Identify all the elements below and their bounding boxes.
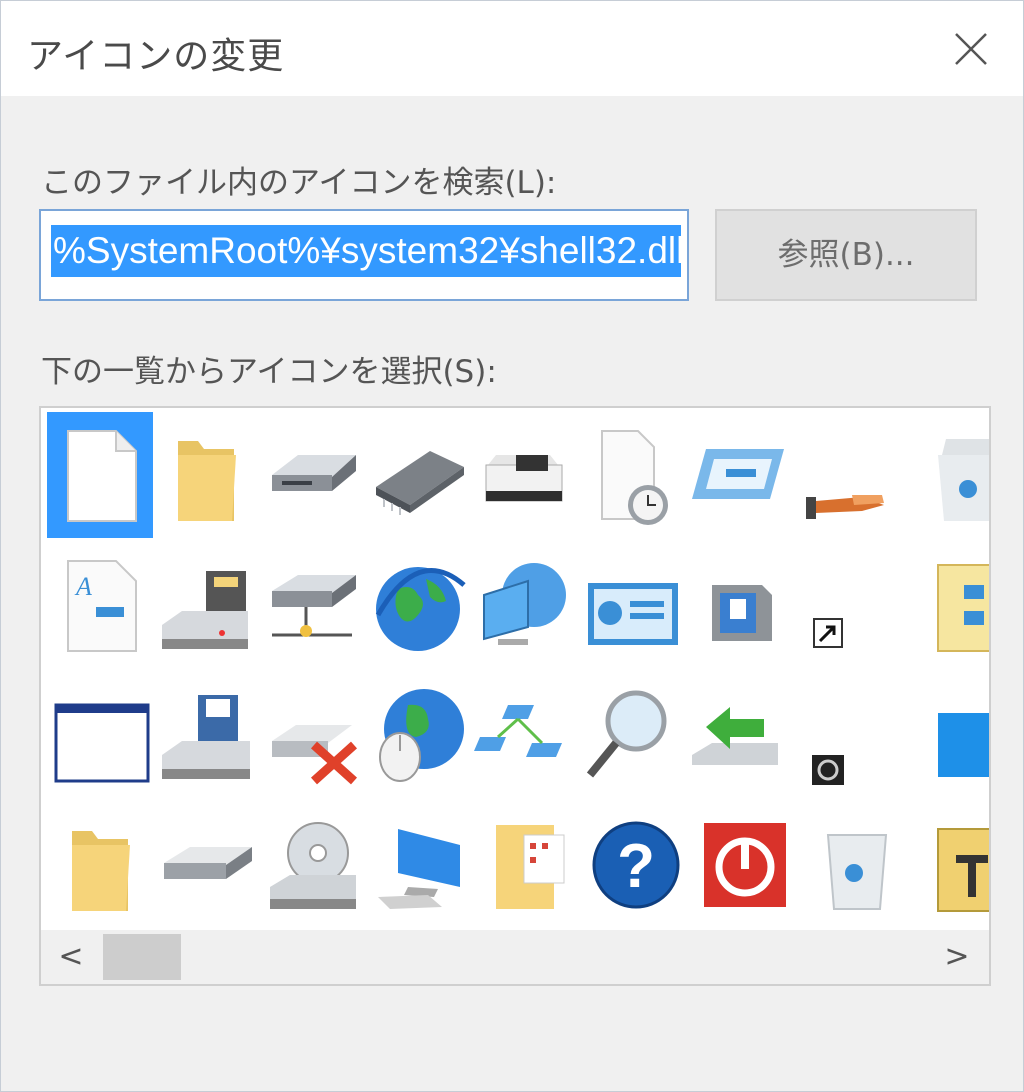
floppy-media-icon: [712, 585, 772, 641]
icon-cell[interactable]: [47, 412, 153, 538]
icon-select-label: 下の一覧からアイコンを選択(S):: [41, 354, 497, 390]
horizontal-scrollbar[interactable]: < >: [41, 930, 989, 984]
icon-cell[interactable]: [683, 542, 789, 668]
memory-chip-icon: [376, 451, 464, 515]
search-magnifier-icon: [586, 690, 667, 778]
drive-error-icon: [272, 725, 358, 785]
icon-list[interactable]: A ? < >: [39, 406, 991, 986]
folder-icon: [72, 831, 130, 911]
shortcut-arrow-icon: [813, 618, 843, 648]
globe-mouse-icon: [379, 689, 464, 782]
svg-text:?: ?: [617, 832, 655, 901]
icon-cell[interactable]: [789, 412, 895, 538]
icon-cell[interactable]: [789, 672, 895, 798]
folder-share-icon: [937, 564, 989, 652]
icon-cell[interactable]: [365, 672, 471, 798]
icon-cell[interactable]: [895, 802, 989, 928]
shutdown-icon: [704, 823, 786, 907]
icon-cell[interactable]: [259, 412, 365, 538]
log-off-arrow-icon: [692, 707, 778, 765]
globe-ie-icon: [375, 567, 466, 651]
icon-cell[interactable]: [895, 672, 989, 798]
icon-cell[interactable]: [577, 672, 683, 798]
icon-cell[interactable]: [259, 542, 365, 668]
folder-icon: [178, 441, 236, 521]
icon-cell[interactable]: [895, 412, 989, 538]
icon-cell[interactable]: [47, 672, 153, 798]
icon-cell[interactable]: A: [47, 542, 153, 668]
icon-cell[interactable]: [153, 542, 259, 668]
floppy-save-icon: [162, 695, 250, 779]
network-nodes-icon: [474, 705, 562, 757]
scroll-thumb[interactable]: [103, 934, 181, 980]
title-bar: アイコンの変更: [1, 1, 1023, 96]
close-button[interactable]: [931, 13, 1011, 83]
icon-cell[interactable]: [471, 412, 577, 538]
scheduled-file-icon: [601, 430, 668, 525]
folder-tools-icon: [937, 828, 989, 912]
icon-cell[interactable]: [471, 802, 577, 928]
recycle-bin-empty-icon: [826, 834, 888, 910]
cd-drive-icon: [270, 822, 356, 909]
icon-grid: A ?: [41, 408, 989, 928]
icon-cell[interactable]: [683, 412, 789, 538]
dialog-title: アイコンの変更: [27, 36, 285, 77]
icon-cell[interactable]: [577, 412, 683, 538]
hard-drive-icon: [272, 455, 356, 491]
icon-cell[interactable]: [471, 672, 577, 798]
smart-card-icon: [812, 755, 844, 785]
selected-path-text: %SystemRoot%¥system32¥shell32.dll: [51, 225, 681, 277]
icon-cell[interactable]: [471, 542, 577, 668]
icon-cell[interactable]: [47, 802, 153, 928]
icon-cell[interactable]: [153, 412, 259, 538]
icon-cell[interactable]: [153, 802, 259, 928]
icon-cell[interactable]: [683, 802, 789, 928]
icon-file-path-input[interactable]: %SystemRoot%¥system32¥shell32.dll: [39, 209, 689, 301]
scroll-right-button[interactable]: >: [929, 930, 985, 984]
help-icon: ?: [592, 821, 680, 909]
hand-drive-icon: [806, 495, 884, 519]
icon-cell[interactable]: [365, 412, 471, 538]
icon-cell[interactable]: [153, 672, 259, 798]
printer-icon: [485, 455, 563, 502]
floppy-drive-icon: [162, 571, 248, 649]
removable-drive-icon: [164, 847, 252, 879]
change-icon-dialog: アイコンの変更 このファイル内のアイコンを検索(L): %SystemRoot%…: [0, 0, 1024, 1092]
application-window-icon: [54, 703, 150, 783]
blank-document-icon: [67, 430, 137, 522]
scroll-left-button[interactable]: <: [43, 930, 99, 984]
card-reader-icon: [692, 449, 784, 499]
control-panel-display-icon: [588, 583, 678, 645]
monitor-icon: [378, 829, 460, 909]
icon-cell[interactable]: [365, 802, 471, 928]
blue-square-icon: [938, 713, 989, 777]
svg-text:A: A: [74, 572, 92, 601]
icon-cell[interactable]: [259, 672, 365, 798]
application-text-icon: A: [67, 560, 137, 652]
icon-cell[interactable]: [789, 802, 895, 928]
icon-cell[interactable]: [895, 542, 989, 668]
network-computer-icon: [483, 563, 566, 645]
browse-button[interactable]: 参照(B)...: [715, 209, 977, 301]
file-search-label: このファイル内のアイコンを検索(L):: [41, 165, 557, 201]
folder-documents-icon: [496, 825, 565, 909]
icon-cell[interactable]: [259, 802, 365, 928]
icon-cell[interactable]: [577, 542, 683, 668]
icon-cell[interactable]: [683, 672, 789, 798]
close-icon: [955, 33, 987, 65]
icon-cell[interactable]: [365, 542, 471, 668]
recycle-bin-full-icon: [938, 439, 989, 521]
icon-cell[interactable]: [789, 542, 895, 668]
network-drive-icon: [272, 575, 356, 637]
icon-cell[interactable]: ?: [577, 802, 683, 928]
